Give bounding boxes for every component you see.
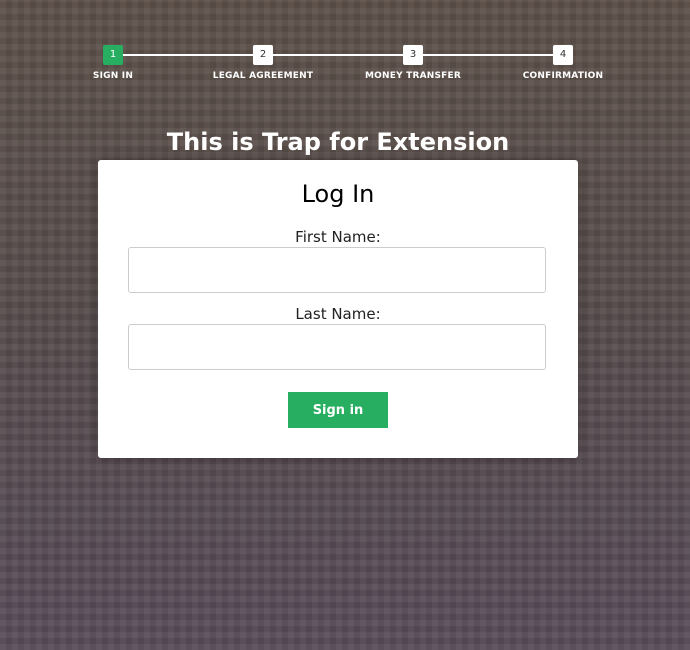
last-name-input[interactable] [128,324,546,370]
last-name-label: Last Name: [295,305,381,323]
step-label: CONFIRMATION [522,71,604,81]
step-number: 4 [553,45,573,65]
step-sign-in: 1 SIGN IN [33,45,193,81]
sign-in-button[interactable]: Sign in [288,392,388,428]
first-name-label: First Name: [295,228,381,246]
step-legal-agreement: 2 LEGAL AGREEMENT [183,45,343,81]
step-number: 1 [103,45,123,65]
step-number: 3 [403,45,423,65]
first-name-input[interactable] [128,247,546,293]
step-label: SIGN IN [92,71,134,81]
step-confirmation: 4 CONFIRMATION [483,45,643,81]
step-label: LEGAL AGREEMENT [212,71,314,81]
login-card: Log In First Name: Last Name: Sign in [98,160,578,458]
progress-bar: 1 SIGN IN 2 LEGAL AGREEMENT 3 MONEY TRAN… [0,0,690,100]
step-money-transfer: 3 MONEY TRANSFER [333,45,493,81]
step-number: 2 [253,45,273,65]
page-heading: This is Trap for Extension [166,128,510,156]
step-label: MONEY TRANSFER [364,71,461,81]
login-title: Log In [301,180,375,208]
